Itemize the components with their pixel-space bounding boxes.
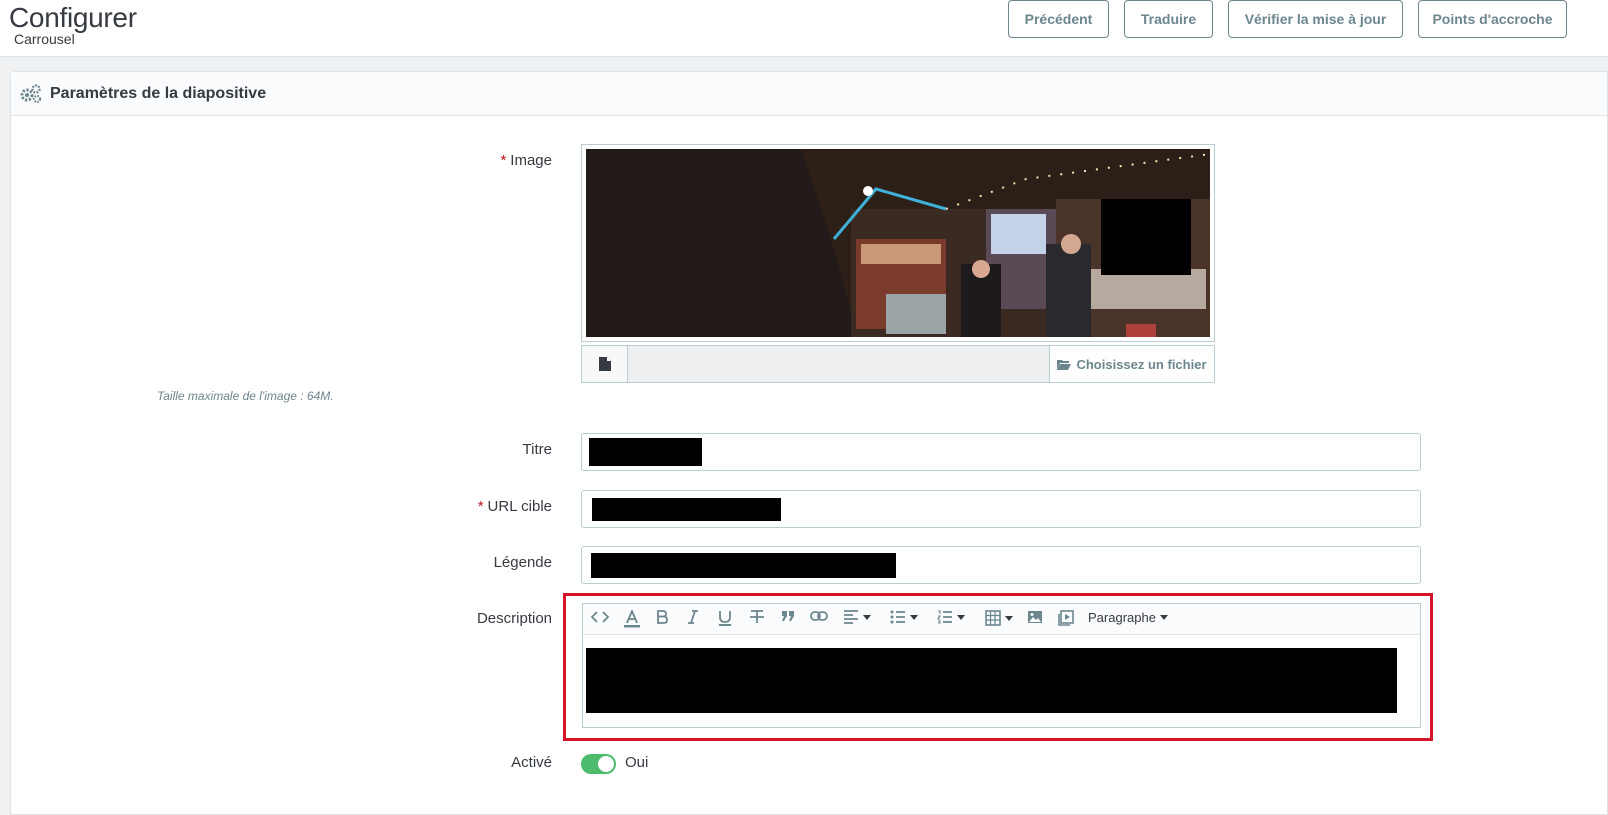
gears-icon bbox=[20, 83, 42, 103]
title-input[interactable] bbox=[581, 433, 1421, 471]
description-label: Description bbox=[476, 610, 552, 627]
slide-image bbox=[586, 149, 1210, 337]
previous-button[interactable]: Précédent bbox=[1008, 0, 1109, 38]
hooks-button[interactable]: Points d'accroche bbox=[1418, 0, 1567, 38]
active-value-label: Oui bbox=[625, 754, 649, 771]
legend-input[interactable] bbox=[581, 546, 1421, 584]
image-size-help: Taille maximale de l'image : 64M. bbox=[157, 389, 334, 403]
redacted-value bbox=[592, 498, 781, 521]
slide-settings-panel: Paramètres de la diapositive * Image Cho… bbox=[10, 71, 1608, 815]
target-url-input[interactable] bbox=[581, 490, 1421, 528]
file-name-input[interactable] bbox=[628, 346, 1049, 382]
url-label: * URL cible bbox=[477, 498, 552, 515]
title-label: Titre bbox=[522, 441, 552, 458]
required-mark: * bbox=[500, 152, 507, 169]
toggle-knob bbox=[598, 756, 614, 772]
panel-title: Paramètres de la diapositive bbox=[50, 84, 267, 102]
translate-button[interactable]: Traduire bbox=[1124, 0, 1213, 38]
image-label: * Image bbox=[500, 152, 552, 169]
active-toggle[interactable] bbox=[581, 754, 616, 774]
highlight-outline bbox=[563, 593, 1433, 741]
folder-open-icon bbox=[1057, 359, 1072, 370]
breadcrumb[interactable]: Carrousel bbox=[14, 31, 75, 47]
redacted-value bbox=[591, 553, 896, 578]
file-upload-bar: Choisissez un fichier bbox=[581, 345, 1215, 383]
redacted-value bbox=[589, 438, 702, 466]
page-header: Configurer Carrousel Précédent Traduire … bbox=[0, 0, 1608, 57]
choose-file-button[interactable]: Choisissez un fichier bbox=[1049, 346, 1214, 382]
file-icon bbox=[582, 346, 628, 382]
image-preview bbox=[581, 144, 1215, 342]
active-label: Activé bbox=[511, 754, 552, 771]
panel-heading: Paramètres de la diapositive bbox=[11, 72, 1607, 116]
page-title: Configurer bbox=[9, 2, 137, 33]
check-update-button[interactable]: Vérifier la mise à jour bbox=[1228, 0, 1403, 38]
legend-label: Légende bbox=[493, 554, 552, 571]
